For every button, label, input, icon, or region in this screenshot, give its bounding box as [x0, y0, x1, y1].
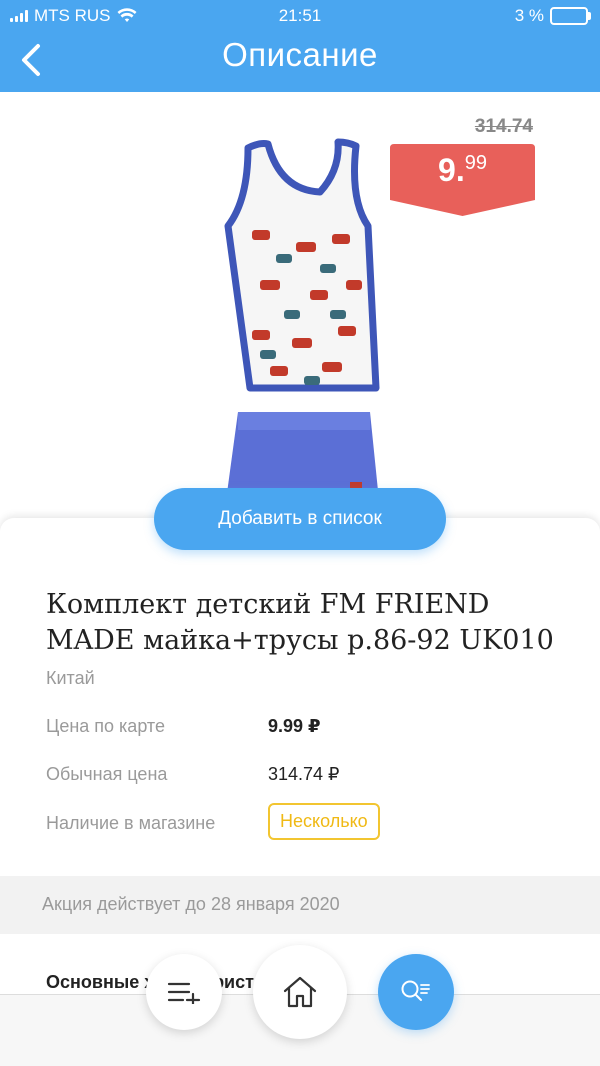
availability-label: Наличие в магазине: [46, 813, 216, 833]
sale-price: 9.99: [438, 152, 487, 188]
status-right: 3 %: [514, 6, 591, 26]
status-time: 21:51: [278, 6, 322, 25]
add-to-list-button[interactable]: Добавить в список: [154, 488, 446, 550]
status-bar: MTS RUS 21:51 3 %: [0, 0, 600, 32]
page-title: Описание: [222, 36, 378, 73]
regular-price-value: 314.74 ₽: [268, 764, 340, 784]
product-image: [200, 130, 400, 530]
battery-label: 3 %: [514, 6, 544, 25]
top-bar: MTS RUS 21:51 3 % Описание: [0, 0, 600, 92]
shopping-list-button[interactable]: [146, 954, 222, 1030]
sale-price-badge: 9.99: [390, 144, 535, 216]
home-icon: [283, 976, 317, 1008]
add-to-list-icon: [167, 982, 201, 1004]
availability-badge: Несколько: [268, 803, 380, 840]
regular-price-label: Обычная цена: [46, 764, 168, 784]
product-country: Китай: [46, 668, 95, 688]
card-price-value: 9.99 ₽: [268, 716, 321, 736]
old-price: 314.74: [474, 116, 533, 137]
product-title: Комплект детский FM FRIEND MADE майка+тр…: [46, 589, 554, 656]
search-list-icon: [401, 980, 430, 1001]
home-button[interactable]: [253, 945, 347, 1039]
card-price-label: Цена по карте: [46, 716, 165, 736]
promo-text: Акция действует до 28 января 2020: [42, 894, 340, 914]
battery-icon: [550, 7, 591, 25]
promo-banner: Акция действует до 28 января 2020: [0, 876, 600, 935]
price-tag: 314.74 9.99: [390, 116, 535, 216]
search-list-button[interactable]: [378, 954, 454, 1030]
